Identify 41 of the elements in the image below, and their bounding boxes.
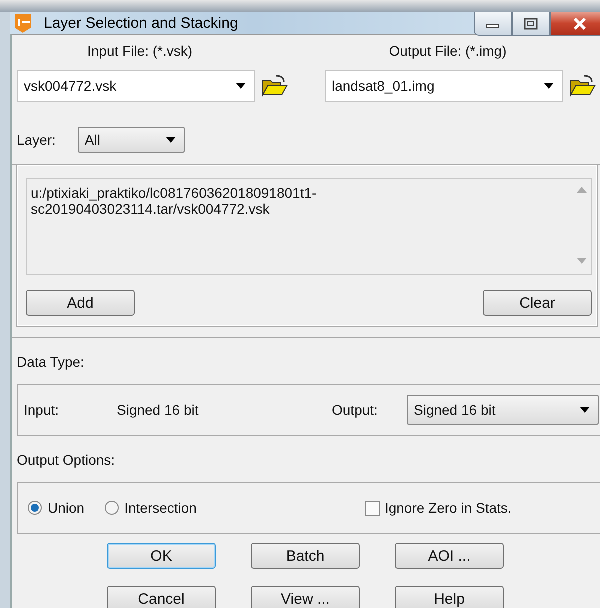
radio-icon[interactable] [104,501,119,515]
output-file-dropdown[interactable]: landsat8_01.img [325,70,563,102]
layer-path-text: u:/ptixiaki_praktiko/lc081760362018091801t1- [31,185,317,201]
add-button[interactable]: Add [26,290,135,316]
ignore-zero-checkbox[interactable]: Ignore Zero in Stats. [364,500,512,516]
dialog-button[interactable]: Batch [251,543,360,569]
output-options-heading: Output Options: [17,452,116,470]
maximize-button[interactable] [512,12,550,36]
dialog-button[interactable]: AOI ... [395,543,504,569]
caret-icon [544,83,554,89]
app-logo-icon [12,12,34,34]
open-folder-icon[interactable] [570,75,596,97]
dialog-button[interactable]: Cancel [107,586,216,608]
input-type-label: Input: [24,402,60,418]
layer-label: Layer: [17,132,56,148]
radio-icon[interactable] [28,501,42,515]
maximize-icon [524,18,538,30]
output-type-label: Output: [332,402,379,418]
dialog-button[interactable]: OK [107,543,216,569]
close-icon [573,18,587,30]
input-file-label: Input File: (*.vsk) [87,43,193,61]
caret-icon [580,407,590,413]
layer-list[interactable]: u:/ptixiaki_praktiko/lc081760362018091801t1- sc20190403023114.tar/vsk004772.vsk [26,178,592,275]
dialog-button[interactable]: Help [395,586,504,608]
layer-dropdown[interactable]: All [78,127,185,153]
data-type-heading: Data Type: [17,354,86,372]
radio-option[interactable]: Intersection [104,500,197,516]
dialog-button[interactable]: View ... [251,586,360,608]
output-type-dropdown[interactable]: Signed 16 bit [407,395,599,425]
layer-path-text: sc20190403023114.tar/vsk004772.vsk [31,201,271,217]
radio-option[interactable]: Union [28,500,85,516]
clear-button[interactable]: Clear [483,290,592,316]
minimize-button[interactable] [474,12,512,36]
input-file-dropdown[interactable]: vsk004772.vsk [17,70,255,102]
caret-icon [236,83,246,89]
input-type-value: Signed 16 bit [117,402,200,418]
caret-icon [166,137,176,143]
open-folder-icon[interactable] [262,75,288,97]
output-file-label: Output File: (*.img) [389,43,507,61]
window-title: Layer Selection and Stacking [44,14,238,32]
close-button[interactable] [550,12,600,36]
